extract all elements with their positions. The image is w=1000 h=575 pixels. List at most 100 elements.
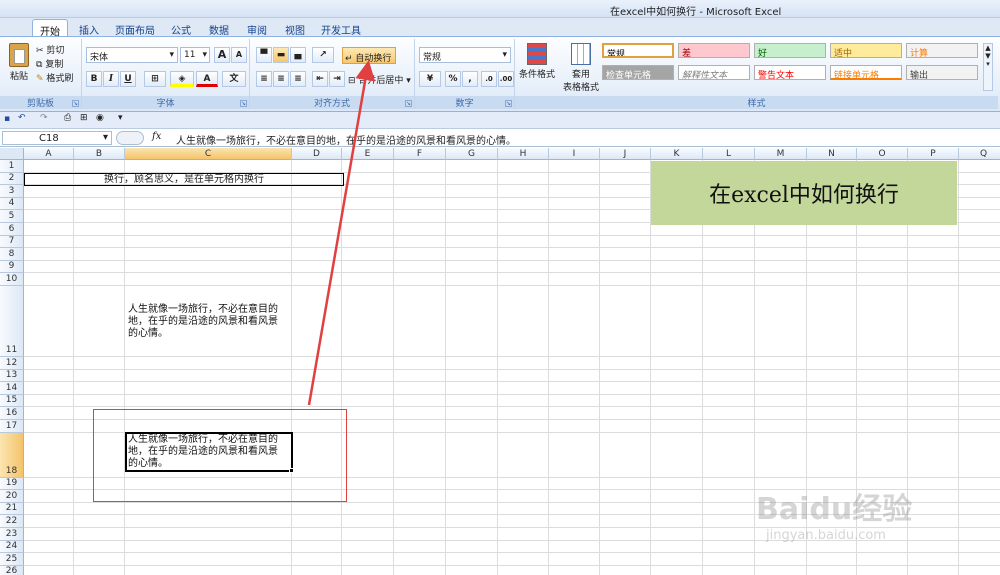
conditional-format-button[interactable]: 条件格式 [519, 43, 555, 80]
worksheet-grid[interactable]: ABCDEFGHIJKLMNOPQ 1 2 3 4 5 6 7 8 9 10 11 12 13 14 15 1… [0, 148, 1000, 575]
column-header[interactable]: L [703, 148, 755, 160]
row-header[interactable]: 16 [0, 407, 24, 420]
underline-button[interactable]: U [120, 71, 136, 87]
print-preview-icon[interactable]: ⎙ [64, 113, 71, 123]
row-header[interactable]: 5 [0, 210, 24, 223]
tab-home[interactable]: 开始 [32, 19, 68, 38]
name-box[interactable]: C18 ▾ [2, 131, 112, 145]
shrink-font-button[interactable]: A [231, 47, 247, 63]
clipboard-launcher-icon[interactable]: ↘ [72, 100, 79, 107]
tab-formulas[interactable]: 公式 [166, 19, 196, 37]
cell-b2[interactable]: 换行，顾名思义，是在单元格内换行 [24, 173, 344, 186]
column-header[interactable]: O [857, 148, 908, 160]
column-header[interactable]: K [651, 148, 703, 160]
grow-font-button[interactable]: A [214, 47, 230, 63]
column-header[interactable]: F [394, 148, 446, 160]
select-all-button[interactable] [0, 148, 24, 160]
formula-input[interactable]: 人生就像一场旅行，不必在意目的地，在乎的是沿途的风景和看风景的心情。 [176, 132, 516, 147]
align-center-button[interactable]: ≡ [273, 71, 289, 87]
row-header[interactable]: 4 [0, 197, 24, 211]
column-header[interactable]: C [125, 148, 292, 160]
row-header[interactable]: 22 [0, 515, 24, 528]
grid-icon[interactable]: ⊞ [80, 113, 88, 123]
row-header[interactable]: 3 [0, 185, 24, 198]
decrease-decimal-button[interactable]: .00 [498, 71, 514, 87]
row-header[interactable]: 9 [0, 260, 24, 274]
font-name-select[interactable]: 宋体 ▾ [86, 47, 178, 63]
column-header[interactable]: I [549, 148, 600, 160]
fill-color-button[interactable]: ◈ [170, 71, 194, 87]
column-header[interactable]: B [74, 148, 125, 160]
row-header[interactable]: 26 [0, 565, 24, 575]
column-header[interactable]: A [24, 148, 74, 160]
increase-indent-button[interactable]: ⇥ [329, 71, 345, 87]
column-header[interactable]: M [755, 148, 807, 160]
align-top-button[interactable]: ▀ [256, 47, 272, 63]
column-header[interactable]: G [446, 148, 498, 160]
cell-style-5[interactable]: 计算 [906, 43, 978, 58]
row-header[interactable]: 6 [0, 223, 24, 236]
title-banner[interactable]: 在excel中如何换行 [651, 161, 957, 225]
wrap-text-button[interactable]: ↵ 自动换行 [342, 47, 396, 64]
tab-review[interactable]: 审阅 [242, 19, 272, 37]
row-header[interactable]: 2 [0, 172, 24, 186]
row-header[interactable]: 25 [0, 553, 24, 566]
save-icon[interactable]: ▪ [4, 114, 10, 124]
cell-style-10[interactable]: 输出 [906, 65, 978, 80]
row-header[interactable]: 17 [0, 420, 24, 433]
format-as-table-button[interactable]: 套用 表格格式 [561, 43, 601, 93]
row-header[interactable]: 7 [0, 235, 24, 249]
column-header[interactable]: H [498, 148, 549, 160]
comma-button[interactable]: , [462, 71, 478, 87]
font-size-select[interactable]: 11 ▾ [180, 47, 210, 63]
column-header[interactable]: Q [959, 148, 1000, 160]
currency-button[interactable]: ¥ [419, 71, 441, 87]
row-header[interactable]: 15 [0, 394, 24, 408]
tab-data[interactable]: 数据 [204, 19, 234, 37]
merge-center-button[interactable]: ⊟ 合并后居中 ▾ [348, 73, 411, 86]
align-right-button[interactable]: ≡ [290, 71, 306, 87]
cell-style-9[interactable]: 链接单元格 [830, 65, 902, 80]
row-header[interactable]: 12 [0, 357, 24, 370]
font-launcher-icon[interactable]: ↘ [240, 100, 247, 107]
insert-function-icon[interactable]: fx [152, 131, 161, 142]
row-header[interactable]: 21 [0, 502, 24, 516]
column-header[interactable]: N [807, 148, 857, 160]
camera-icon[interactable]: ◉ [96, 113, 104, 123]
row-header[interactable]: 19 [0, 477, 24, 491]
cut-button[interactable]: ✂ 剪切 [36, 43, 64, 56]
orientation-button[interactable]: ↗ [312, 47, 334, 63]
redo-icon[interactable]: ↷ [40, 113, 48, 123]
borders-button[interactable]: ⊞ [144, 71, 166, 87]
tab-developer[interactable]: 开发工具 [318, 19, 364, 37]
row-header[interactable]: 24 [0, 540, 24, 554]
row-header[interactable]: 23 [0, 528, 24, 541]
font-color-button[interactable]: A [196, 71, 218, 87]
alignment-launcher-icon[interactable]: ↘ [405, 100, 412, 107]
increase-decimal-button[interactable]: .0 [481, 71, 497, 87]
tab-page-layout[interactable]: 页面布局 [112, 19, 158, 37]
cell-style-6[interactable]: 检查单元格 [602, 65, 674, 80]
cell-style-7[interactable]: 解释性文本 [678, 65, 750, 80]
paste-button[interactable]: 粘贴 [6, 43, 32, 89]
styles-scroll[interactable]: ▲ ▼ ▾ [983, 43, 993, 91]
italic-button[interactable]: I [103, 71, 119, 87]
phonetic-button[interactable]: 文 [222, 71, 246, 87]
align-left-button[interactable]: ≡ [256, 71, 272, 87]
cell-style-1[interactable]: 常规 [602, 43, 674, 58]
column-header[interactable]: D [292, 148, 342, 160]
row-header[interactable]: 8 [0, 248, 24, 261]
align-bottom-button[interactable]: ▄ [290, 47, 306, 63]
tab-view[interactable]: 视图 [280, 19, 310, 37]
column-header[interactable]: E [342, 148, 394, 160]
cell-style-8[interactable]: 警告文本 [754, 65, 826, 80]
formula-bar-splitter[interactable] [116, 131, 144, 145]
cell-c11[interactable]: 人生就像一场旅行，不必在意目的 地，在乎的是沿途的风景和看风景 的心情。 [128, 304, 294, 340]
row-header[interactable]: 14 [0, 382, 24, 395]
align-middle-button[interactable]: ▬ [273, 47, 289, 63]
format-painter-button[interactable]: ✎ 格式刷 [36, 71, 73, 84]
bold-button[interactable]: B [86, 71, 102, 87]
number-launcher-icon[interactable]: ↘ [505, 100, 512, 107]
row-header[interactable]: 13 [0, 369, 24, 383]
customize-toolbar-icon[interactable]: ▾ [118, 113, 123, 123]
